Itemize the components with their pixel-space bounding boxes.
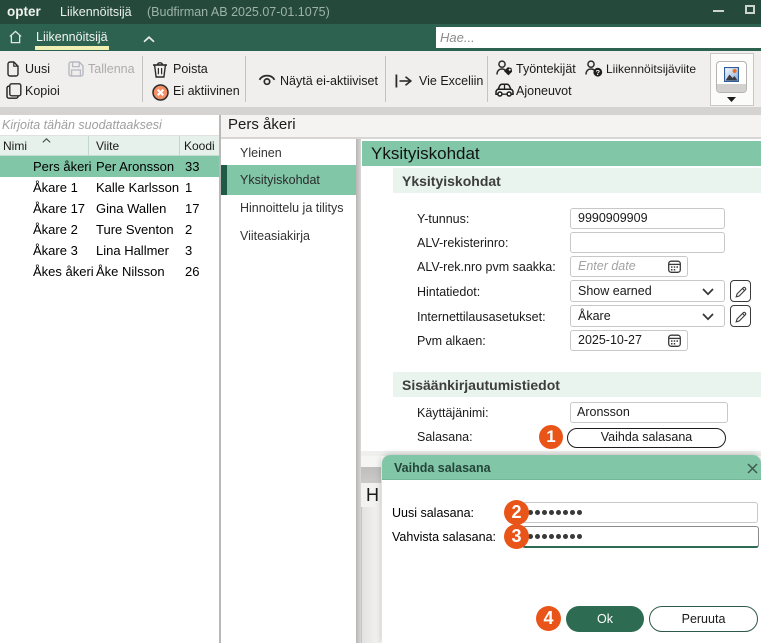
svg-text:?: ? [596, 68, 601, 77]
